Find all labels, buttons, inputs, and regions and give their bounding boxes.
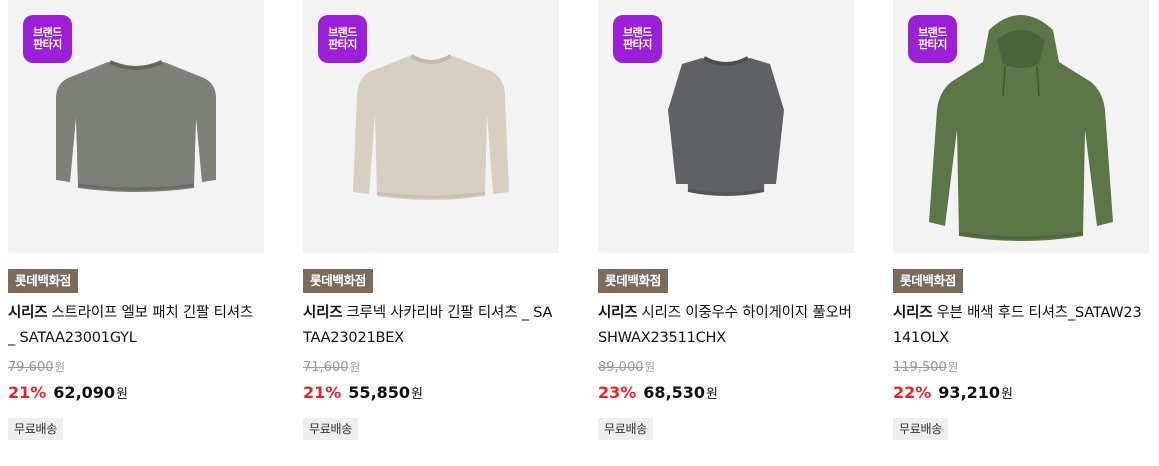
sale-price: 62,090 xyxy=(53,383,116,402)
currency-label: 원 xyxy=(706,387,719,402)
original-price: 89,000원 xyxy=(598,358,854,376)
original-price: 71,600원 xyxy=(303,358,559,376)
product-brand: 시리즈 xyxy=(598,305,638,321)
free-shipping-badge: 무료배송 xyxy=(598,418,653,440)
product-grid: 브랜드 판타지 롯데백화점 시리즈 스트라이프 엘보 패치 긴팔 티셔츠 _ SAT… xyxy=(0,0,1159,466)
product-brand: 시리즈 xyxy=(303,305,343,321)
product-card[interactable]: 브랜드 판타지 롯데백화점 시리즈 크루넥 사카리바 긴팔 티셔츠 _ SATAA2… xyxy=(303,0,559,440)
store-tag: 롯데백화점 xyxy=(8,269,79,293)
product-card[interactable]: 브랜드 판타지 롯데백화점 시리즈 스트라이프 엘보 패치 긴팔 티셔츠 _ SAT… xyxy=(8,0,264,440)
currency-label: 원 xyxy=(1001,387,1014,402)
product-image[interactable]: 브랜드 판타지 xyxy=(8,0,264,253)
sale-price: 93,210 xyxy=(938,383,1001,402)
brand-fantasy-badge: 브랜드 판타지 xyxy=(613,15,662,63)
product-image[interactable]: 브랜드 판타지 xyxy=(893,0,1149,253)
sale-price-row: 21% 62,090원 xyxy=(8,382,264,404)
sale-price-row: 21% 55,850원 xyxy=(303,382,559,404)
sale-price: 68,530 xyxy=(643,383,706,402)
product-card[interactable]: 브랜드 판타지 롯데백화점 시리즈 우븐 배색 후드 티셔츠_SATAW23141O… xyxy=(893,0,1149,440)
store-tag: 롯데백화점 xyxy=(598,269,669,293)
product-card[interactable]: 브랜드 판타지 롯데백화점 시리즈 시리즈 이중우수 하이게이지 풀오버 SHWAX… xyxy=(598,0,854,440)
sale-price-row: 23% 68,530원 xyxy=(598,382,854,404)
currency-label: 원 xyxy=(54,360,66,374)
discount-rate: 21% xyxy=(303,383,342,402)
brand-fantasy-badge: 브랜드 판타지 xyxy=(23,15,72,63)
product-brand: 시리즈 xyxy=(893,305,933,321)
free-shipping-badge: 무료배송 xyxy=(893,418,948,440)
product-title[interactable]: 시리즈 우븐 배색 후드 티셔츠_SATAW23141OLX xyxy=(893,301,1149,351)
currency-label: 원 xyxy=(644,360,656,374)
free-shipping-badge: 무료배송 xyxy=(8,418,63,440)
currency-label: 원 xyxy=(411,387,424,402)
free-shipping-badge: 무료배송 xyxy=(303,418,358,440)
product-title[interactable]: 시리즈 스트라이프 엘보 패치 긴팔 티셔츠 _ SATAA23001GYL xyxy=(8,301,264,351)
original-price-value: 79,600 xyxy=(8,360,54,375)
product-image[interactable]: 브랜드 판타지 xyxy=(598,0,854,253)
original-price-value: 119,500 xyxy=(893,360,947,375)
sale-price: 55,850 xyxy=(348,383,411,402)
original-price: 119,500원 xyxy=(893,358,1149,376)
product-title[interactable]: 시리즈 시리즈 이중우수 하이게이지 풀오버 SHWAX23511CHX xyxy=(598,301,854,351)
product-brand: 시리즈 xyxy=(8,305,48,321)
brand-fantasy-badge: 브랜드 판타지 xyxy=(318,15,367,63)
store-tag: 롯데백화점 xyxy=(303,269,374,293)
product-title[interactable]: 시리즈 크루넥 사카리바 긴팔 티셔츠 _ SATAA23021BEX xyxy=(303,301,559,351)
original-price-value: 89,000 xyxy=(598,360,644,375)
discount-rate: 23% xyxy=(598,383,637,402)
original-price-value: 71,600 xyxy=(303,360,349,375)
currency-label: 원 xyxy=(947,360,959,374)
currency-label: 원 xyxy=(116,387,129,402)
store-tag: 롯데백화점 xyxy=(893,269,964,293)
discount-rate: 21% xyxy=(8,383,47,402)
brand-fantasy-badge: 브랜드 판타지 xyxy=(908,15,957,63)
sale-price-row: 22% 93,210원 xyxy=(893,382,1149,404)
currency-label: 원 xyxy=(349,360,361,374)
product-image[interactable]: 브랜드 판타지 xyxy=(303,0,559,253)
discount-rate: 22% xyxy=(893,383,932,402)
original-price: 79,600원 xyxy=(8,358,264,376)
